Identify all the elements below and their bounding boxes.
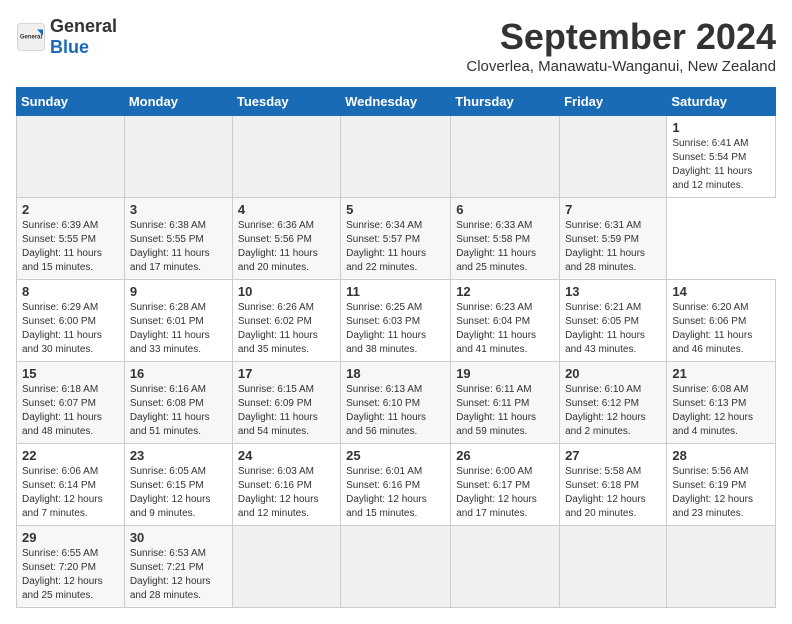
weekday-header-monday: Monday [124, 88, 232, 116]
calendar-cell-empty [451, 526, 560, 608]
calendar-cell-empty [451, 116, 560, 198]
logo-general-text: General [50, 16, 117, 36]
calendar-cell-day-21: 21Sunrise: 6:08 AMSunset: 6:13 PMDayligh… [667, 362, 776, 444]
weekday-header-sunday: Sunday [17, 88, 125, 116]
calendar-cell-day-1: 1Sunrise: 6:41 AMSunset: 5:54 PMDaylight… [667, 116, 776, 198]
weekday-header-saturday: Saturday [667, 88, 776, 116]
calendar-cell-day-24: 24Sunrise: 6:03 AMSunset: 6:16 PMDayligh… [232, 444, 340, 526]
calendar-cell-day-4: 4Sunrise: 6:36 AMSunset: 5:56 PMDaylight… [232, 198, 340, 280]
weekday-header-wednesday: Wednesday [341, 88, 451, 116]
logo-icon: General [16, 22, 46, 52]
calendar-cell-day-2: 2Sunrise: 6:39 AMSunset: 5:55 PMDaylight… [17, 198, 125, 280]
calendar-cell-day-14: 14Sunrise: 6:20 AMSunset: 6:06 PMDayligh… [667, 280, 776, 362]
calendar-cell-day-28: 28Sunrise: 5:56 AMSunset: 6:19 PMDayligh… [667, 444, 776, 526]
calendar-cell-empty [341, 116, 451, 198]
calendar-cell-day-7: 7Sunrise: 6:31 AMSunset: 5:59 PMDaylight… [560, 198, 667, 280]
calendar-cell-empty [667, 526, 776, 608]
weekday-header-thursday: Thursday [451, 88, 560, 116]
calendar-cell-day-15: 15Sunrise: 6:18 AMSunset: 6:07 PMDayligh… [17, 362, 125, 444]
calendar-cell-day-16: 16Sunrise: 6:16 AMSunset: 6:08 PMDayligh… [124, 362, 232, 444]
logo-blue-text: Blue [50, 37, 89, 57]
calendar-cell-day-19: 19Sunrise: 6:11 AMSunset: 6:11 PMDayligh… [451, 362, 560, 444]
calendar-cell-empty [124, 116, 232, 198]
calendar-cell-day-12: 12Sunrise: 6:23 AMSunset: 6:04 PMDayligh… [451, 280, 560, 362]
calendar-cell-day-13: 13Sunrise: 6:21 AMSunset: 6:05 PMDayligh… [560, 280, 667, 362]
calendar-cell-empty [341, 526, 451, 608]
calendar-cell-day-8: 8Sunrise: 6:29 AMSunset: 6:00 PMDaylight… [17, 280, 125, 362]
calendar-cell-day-23: 23Sunrise: 6:05 AMSunset: 6:15 PMDayligh… [124, 444, 232, 526]
weekday-header-friday: Friday [560, 88, 667, 116]
calendar-cell-day-22: 22Sunrise: 6:06 AMSunset: 6:14 PMDayligh… [17, 444, 125, 526]
calendar-cell-empty [560, 526, 667, 608]
calendar-table: SundayMondayTuesdayWednesdayThursdayFrid… [16, 87, 776, 608]
calendar-cell-day-29: 29Sunrise: 6:55 AMSunset: 7:20 PMDayligh… [17, 526, 125, 608]
calendar-cell-day-17: 17Sunrise: 6:15 AMSunset: 6:09 PMDayligh… [232, 362, 340, 444]
calendar-cell-day-11: 11Sunrise: 6:25 AMSunset: 6:03 PMDayligh… [341, 280, 451, 362]
calendar-cell-day-18: 18Sunrise: 6:13 AMSunset: 6:10 PMDayligh… [341, 362, 451, 444]
calendar-cell-day-27: 27Sunrise: 5:58 AMSunset: 6:18 PMDayligh… [560, 444, 667, 526]
calendar-cell-day-10: 10Sunrise: 6:26 AMSunset: 6:02 PMDayligh… [232, 280, 340, 362]
calendar-cell-empty [232, 526, 340, 608]
calendar-cell-day-20: 20Sunrise: 6:10 AMSunset: 6:12 PMDayligh… [560, 362, 667, 444]
calendar-cell-day-3: 3Sunrise: 6:38 AMSunset: 5:55 PMDaylight… [124, 198, 232, 280]
calendar-cell-empty [232, 116, 340, 198]
calendar-cell-empty [17, 116, 125, 198]
calendar-cell-day-25: 25Sunrise: 6:01 AMSunset: 6:16 PMDayligh… [341, 444, 451, 526]
calendar-cell-day-5: 5Sunrise: 6:34 AMSunset: 5:57 PMDaylight… [341, 198, 451, 280]
calendar-cell-empty [560, 116, 667, 198]
logo: General General Blue [16, 16, 117, 58]
location-title: Cloverlea, Manawatu-Wanganui, New Zealan… [466, 58, 776, 75]
month-title: September 2024 [466, 16, 776, 58]
svg-text:General: General [20, 35, 43, 41]
weekday-header-tuesday: Tuesday [232, 88, 340, 116]
calendar-cell-day-26: 26Sunrise: 6:00 AMSunset: 6:17 PMDayligh… [451, 444, 560, 526]
calendar-cell-day-6: 6Sunrise: 6:33 AMSunset: 5:58 PMDaylight… [451, 198, 560, 280]
calendar-cell-day-9: 9Sunrise: 6:28 AMSunset: 6:01 PMDaylight… [124, 280, 232, 362]
calendar-cell-day-30: 30Sunrise: 6:53 AMSunset: 7:21 PMDayligh… [124, 526, 232, 608]
